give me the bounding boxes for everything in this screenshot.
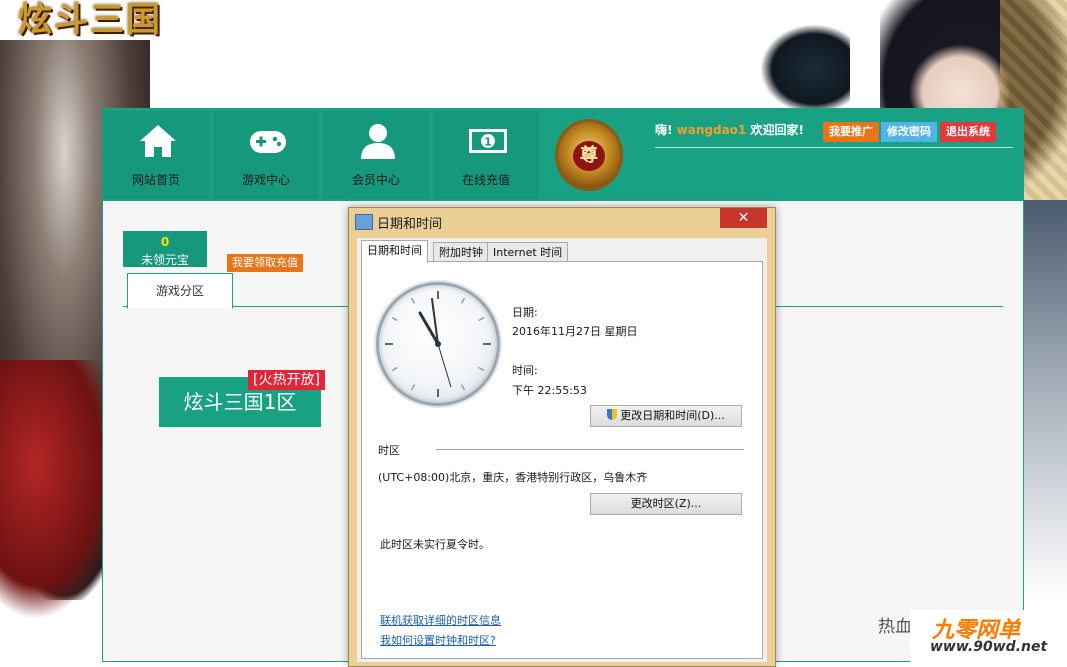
header-divider	[655, 147, 1013, 148]
nav-member-center[interactable]: 会员中心	[323, 111, 429, 199]
change-date-time-button[interactable]: 更改日期和时间(D)...	[590, 405, 742, 427]
claim-recharge-button[interactable]: 我要领取充值	[227, 254, 303, 272]
unclaimed-gold-box: 0 未领元宝	[123, 231, 207, 267]
gold-label: 未领元宝	[140, 253, 189, 267]
gold-amount: 0	[160, 235, 170, 249]
site-watermark: 九零网单 www.90wd.net	[910, 610, 1067, 662]
welcome-message: 嗨! wangdao1 欢迎回家!	[655, 121, 804, 138]
gamepad-icon	[250, 131, 286, 153]
dialog-app-icon	[355, 214, 373, 230]
tab-additional-clocks[interactable]: 附加时钟	[433, 242, 489, 262]
logout-button[interactable]: 退出系统	[940, 122, 996, 142]
dst-note: 此时区未实行夏令时。	[380, 538, 490, 551]
dialog-body: 日期和时间 附加时钟 Internet 时间 日期: 2016年11月27日 星…	[357, 238, 767, 662]
dialog-title: 日期和时间	[377, 217, 443, 232]
tab-date-time[interactable]: 日期和时间	[361, 240, 428, 263]
nav-home-label: 网站首页	[131, 173, 180, 187]
username-text: wangdao1	[676, 123, 747, 137]
timezone-heading: 时区	[378, 444, 400, 457]
nav-game-center[interactable]: 游戏中心	[213, 111, 319, 199]
nav-game-center-label: 游戏中心	[241, 173, 290, 187]
nav-home[interactable]: 网站首页	[103, 111, 209, 199]
side-artwork-strip	[1020, 200, 1067, 600]
money-icon: 1	[469, 129, 507, 153]
clock-face-icon	[385, 291, 491, 397]
change-password-button[interactable]: 修改密码	[881, 122, 937, 142]
time-label: 时间:	[512, 364, 538, 377]
time-value: 下午 22:55:53	[512, 384, 587, 397]
tab-internet-time[interactable]: Internet 时间	[487, 242, 569, 262]
analog-clock	[376, 282, 500, 406]
vip-crest-emblem: 尊	[555, 119, 623, 191]
watermark-url: www.90wd.net	[930, 639, 1048, 655]
timezone-separator	[436, 449, 744, 450]
user-icon	[361, 124, 395, 159]
online-timezone-info-link[interactable]: 联机获取详细的时区信息	[380, 612, 501, 628]
change-timezone-button[interactable]: 更改时区(Z)...	[590, 493, 742, 515]
partial-heading-text: 热血	[878, 617, 912, 637]
home-icon	[140, 125, 176, 157]
hot-open-badge: [火热开放]	[248, 370, 325, 390]
crow-illustration	[760, 24, 850, 114]
vip-seal-character: 尊	[573, 141, 605, 171]
game-logo: 炫斗三国	[18, 0, 162, 40]
nav-member-center-label: 会员中心	[351, 173, 400, 187]
svg-text:1: 1	[484, 136, 492, 149]
date-time-dialog: 日期和时间 ✕ 日期和时间 附加时钟 Internet 时间 日期: 2016年…	[348, 207, 776, 667]
greeting-text: 嗨!	[655, 123, 673, 137]
promote-button[interactable]: 我要推广	[823, 122, 879, 142]
close-icon: ✕	[737, 210, 750, 226]
uac-shield-icon	[607, 409, 618, 420]
date-value: 2016年11月27日 星期日	[512, 325, 638, 338]
clock-timezone-help-link[interactable]: 我如何设置时钟和时区?	[380, 632, 496, 648]
date-label: 日期:	[512, 306, 538, 319]
close-button[interactable]: ✕	[720, 208, 767, 228]
welcome-text: 欢迎回家!	[750, 123, 804, 137]
nav-online-recharge-label: 在线充值	[461, 173, 510, 187]
top-navigation-bar: 网站首页 游戏中心 会员中心 1 在线充值 尊 嗨! wangdao1 欢迎回家…	[103, 109, 1023, 201]
tab-game-zones[interactable]: 游戏分区	[127, 273, 233, 309]
change-date-time-button-label: 更改日期和时间(D)...	[620, 409, 725, 422]
date-time-tab-panel: 日期: 2016年11月27日 星期日 时间: 下午 22:55:53 更改日期…	[361, 261, 763, 659]
nav-online-recharge[interactable]: 1 在线充值	[433, 111, 539, 199]
timezone-value: (UTC+08:00)北京，重庆，香港特别行政区，乌鲁木齐	[378, 471, 648, 484]
